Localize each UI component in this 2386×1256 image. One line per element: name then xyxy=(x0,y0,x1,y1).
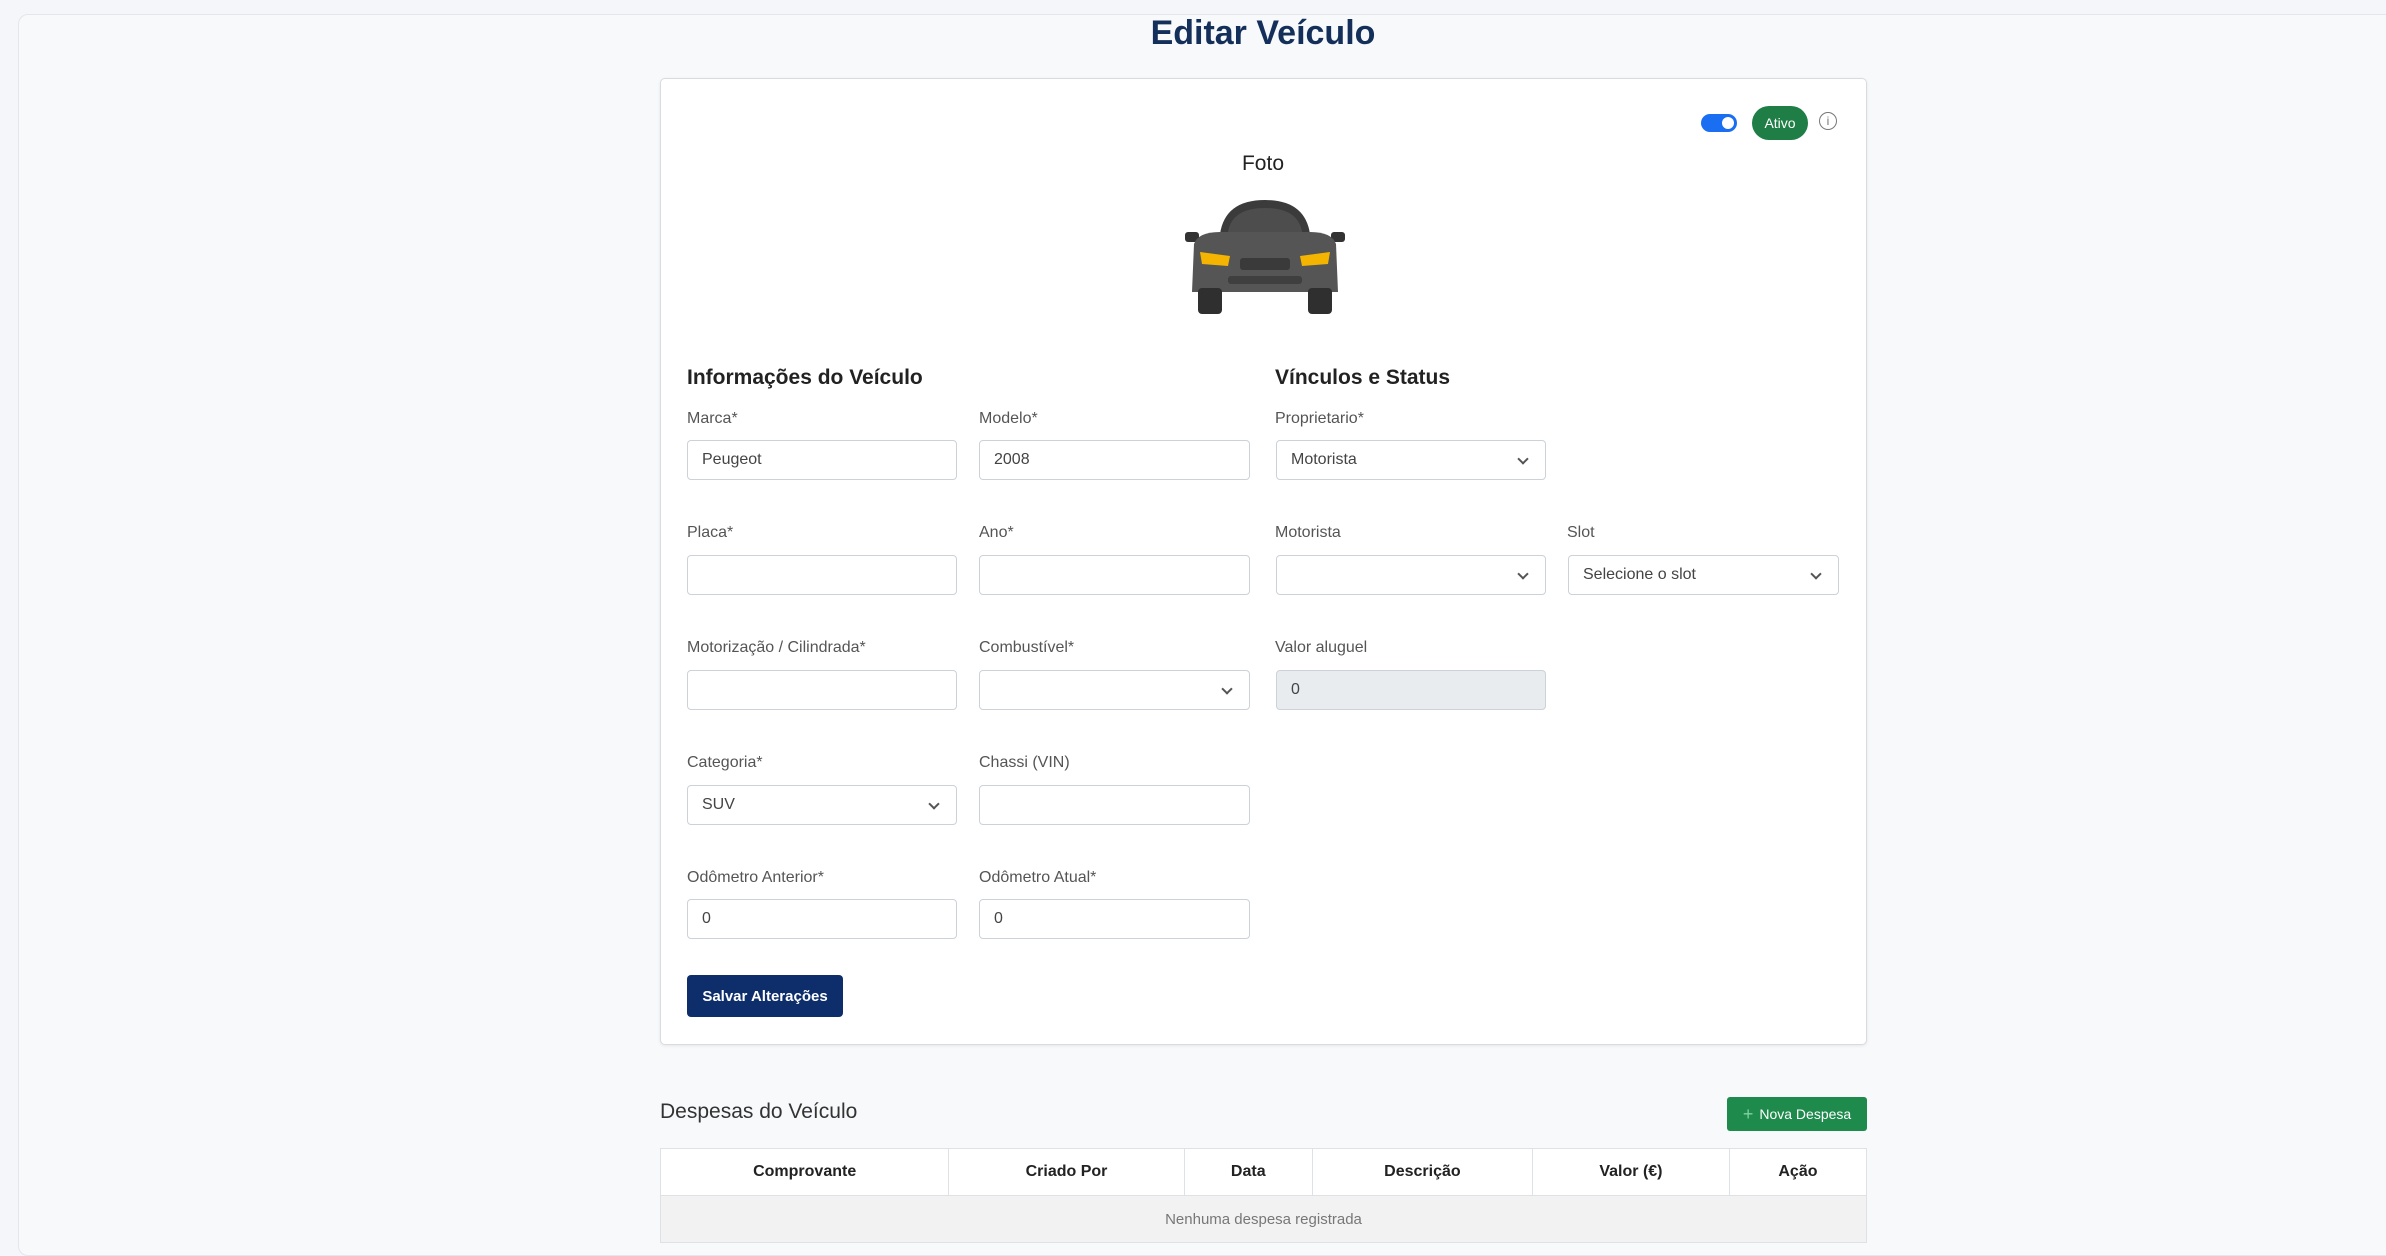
page-title: Editar Veículo xyxy=(1150,14,1376,52)
modelo-label: Modelo* xyxy=(979,410,1038,427)
proprietario-label: Proprietario* xyxy=(1275,410,1364,427)
odometro-atual-input[interactable]: 0 xyxy=(979,899,1250,939)
motorizacao-input[interactable] xyxy=(687,670,957,710)
ano-label: Ano* xyxy=(979,524,1014,541)
slot-select[interactable]: Selecione o slot xyxy=(1568,555,1839,595)
vehicle-info-title: Informações do Veículo xyxy=(687,366,923,389)
plus-icon: + xyxy=(1742,1103,1754,1124)
valor-aluguel-input: 0 xyxy=(1276,670,1546,710)
chassi-input[interactable] xyxy=(979,785,1250,825)
ano-input[interactable] xyxy=(979,555,1250,595)
categoria-select[interactable]: SUV xyxy=(687,785,957,825)
odometro-atual-label: Odômetro Atual* xyxy=(979,869,1097,886)
combustivel-label: Combustível* xyxy=(979,639,1075,656)
slot-value: Selecione o slot xyxy=(1583,566,1696,583)
status-badge: Ativo xyxy=(1752,106,1808,140)
chassi-label: Chassi (VIN) xyxy=(979,754,1070,771)
expenses-table: Comprovante Criado Por Data Descrição Va… xyxy=(659,1148,1868,1243)
categoria-label: Categoria* xyxy=(687,754,763,771)
motorista-label: Motorista xyxy=(1275,524,1341,541)
categoria-value: SUV xyxy=(702,796,735,813)
modelo-input[interactable]: 2008 xyxy=(979,440,1250,480)
proprietario-value: Motorista xyxy=(1291,451,1357,468)
table-row: Nenhuma despesa registrada xyxy=(660,1195,1867,1243)
column-header: Valor (€) xyxy=(1532,1148,1730,1196)
car-front-icon[interactable] xyxy=(1180,192,1350,320)
table-header-row: Comprovante Criado Por Data Descrição Va… xyxy=(659,1148,1868,1196)
info-circle-icon[interactable]: i xyxy=(1819,112,1837,130)
marca-label: Marca* xyxy=(687,410,738,427)
slot-label: Slot xyxy=(1567,524,1595,541)
motorista-select[interactable] xyxy=(1276,555,1546,595)
placa-input[interactable] xyxy=(687,555,957,595)
new-expense-label: Nova Despesa xyxy=(1759,1106,1852,1122)
marca-input[interactable]: Peugeot xyxy=(687,440,957,480)
links-status-title: Vínculos e Status xyxy=(1275,366,1451,389)
column-header: Data xyxy=(1183,1148,1313,1196)
motorizacao-label: Motorização / Cilindrada* xyxy=(687,639,866,656)
column-header: Descrição xyxy=(1311,1148,1534,1196)
photo-label: Foto xyxy=(1241,152,1285,175)
new-expense-button[interactable]: + Nova Despesa xyxy=(1727,1097,1867,1131)
column-header: Ação xyxy=(1728,1148,1868,1196)
odometro-anterior-input[interactable]: 0 xyxy=(687,899,957,939)
odometro-anterior-label: Odômetro Anterior* xyxy=(687,869,824,886)
combustivel-select[interactable] xyxy=(979,670,1250,710)
proprietario-select[interactable]: Motorista xyxy=(1276,440,1546,480)
toggle-knob xyxy=(1722,117,1734,129)
valor-aluguel-label: Valor aluguel xyxy=(1275,639,1368,656)
placa-label: Placa* xyxy=(687,524,734,541)
column-header: Criado Por xyxy=(948,1148,1185,1196)
expenses-title: Despesas do Veículo xyxy=(660,1100,858,1123)
empty-message: Nenhuma despesa registrada xyxy=(660,1195,1867,1243)
save-button[interactable]: Salvar Alterações xyxy=(687,975,843,1017)
column-header: Comprovante xyxy=(659,1148,950,1196)
status-toggle[interactable] xyxy=(1701,114,1737,132)
